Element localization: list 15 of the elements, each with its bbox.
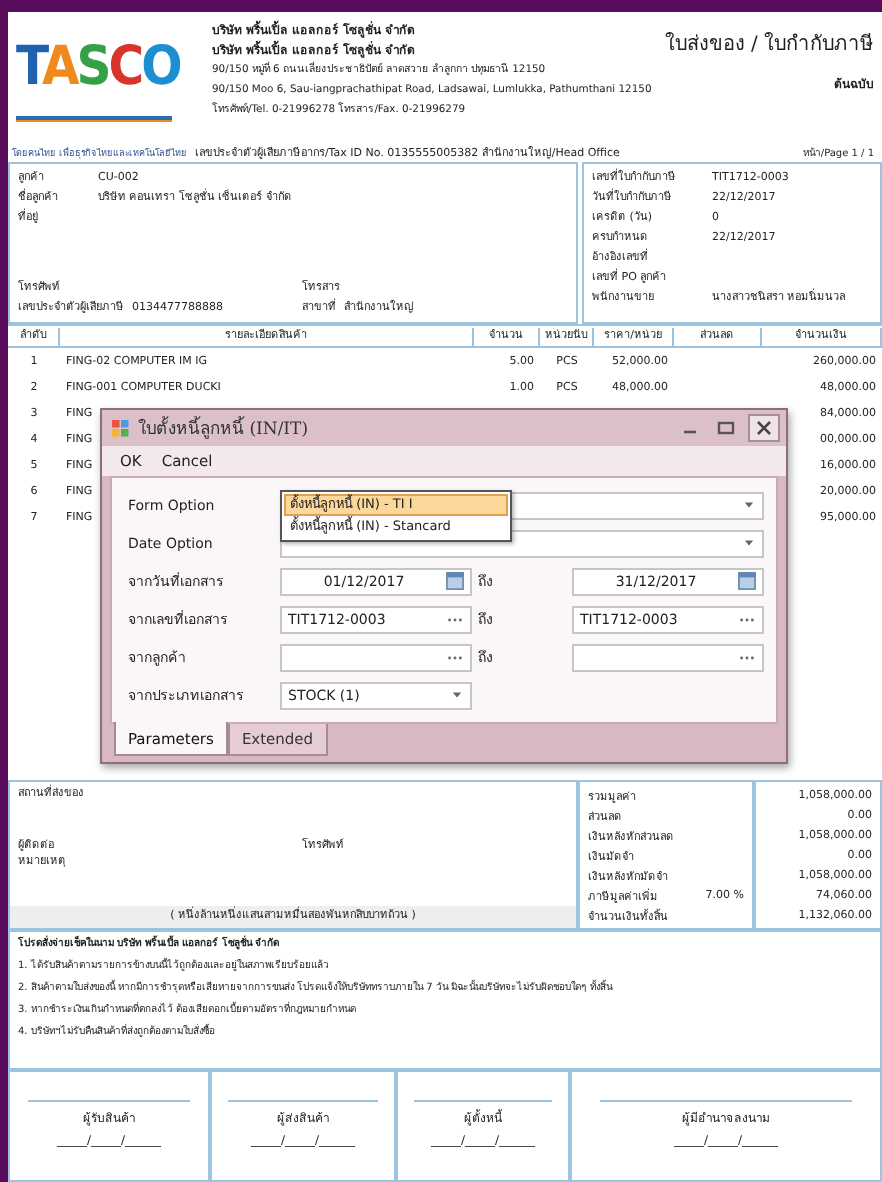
caret-icon bbox=[450, 690, 464, 700]
ellipsis-icon[interactable] bbox=[738, 653, 756, 661]
caret-icon bbox=[742, 538, 756, 548]
app-icon bbox=[112, 419, 130, 437]
logo: TASCO bbox=[16, 36, 180, 100]
dialog-title: ใบตั้งหนี้ลูกหนี้ (IN/IT) bbox=[138, 414, 309, 442]
input-field[interactable] bbox=[280, 643, 472, 671]
document-title: ใบส่งของ / ใบกำกับภาษี bbox=[664, 30, 874, 58]
ellipsis-icon[interactable] bbox=[446, 615, 464, 623]
close-button[interactable] bbox=[748, 414, 780, 442]
caret-icon bbox=[742, 500, 756, 510]
ellipsis-icon[interactable] bbox=[738, 615, 756, 623]
input-field[interactable] bbox=[572, 643, 764, 671]
ellipsis-icon[interactable] bbox=[446, 653, 464, 661]
maximize-button[interactable] bbox=[712, 416, 740, 440]
